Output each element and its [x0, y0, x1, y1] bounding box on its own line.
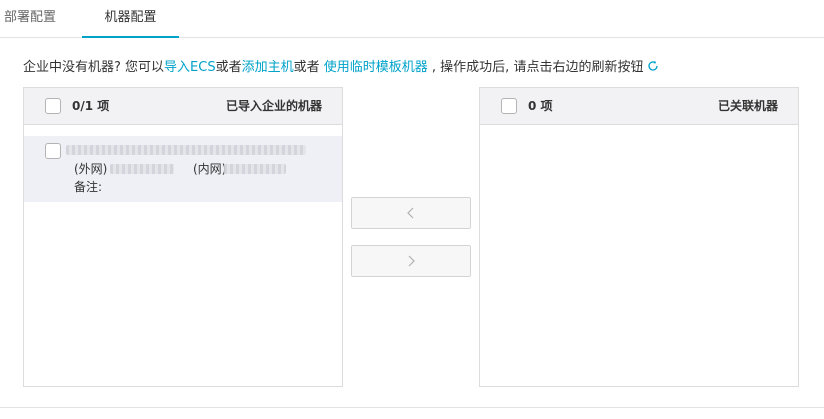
- source-item-count: 0/1 项: [72, 99, 110, 113]
- target-panel-header: 0 项 已关联机器: [480, 88, 798, 125]
- notice-prefix: 企业中没有机器? 您可以: [23, 60, 165, 75]
- redacted-machine-name: [66, 145, 306, 155]
- move-right-button[interactable]: [351, 245, 471, 277]
- source-machine-panel: 0/1 项 已导入企业的机器 (外网) (内网) 备注:: [23, 87, 343, 387]
- target-select-all-checkbox[interactable]: [501, 98, 517, 114]
- list-item[interactable]: (外网) (内网) 备注:: [24, 136, 342, 202]
- chevron-right-icon: [408, 255, 415, 267]
- notice-suffix: , 操作成功后, 请点击右边的刷新按钮: [427, 60, 644, 75]
- target-machine-panel: 0 项 已关联机器: [479, 87, 799, 387]
- footer-divider: [0, 407, 824, 408]
- machine-checkbox[interactable]: [45, 143, 61, 159]
- use-temp-template-link[interactable]: 使用临时模板机器: [324, 60, 428, 75]
- source-select-all-checkbox[interactable]: [45, 98, 61, 114]
- redacted-public-ip: [110, 164, 174, 174]
- move-left-button[interactable]: [351, 197, 471, 229]
- notice-sep-2: 或者: [293, 60, 324, 75]
- source-panel-header: 0/1 项 已导入企业的机器: [24, 88, 342, 125]
- public-ip-label: (外网): [74, 162, 108, 176]
- tab-machine-config[interactable]: 机器配置: [82, 0, 179, 38]
- remark-label: 备注:: [74, 180, 103, 194]
- notice-sep-1: 或者: [215, 60, 242, 75]
- source-panel-title: 已导入企业的机器: [225, 99, 322, 113]
- redacted-private-ip: [224, 164, 286, 174]
- target-panel-title: 已关联机器: [717, 99, 778, 113]
- chevron-left-icon: [407, 207, 414, 219]
- tab-deploy-config[interactable]: 部署配置: [4, 0, 56, 38]
- tab-bar: 部署配置 机器配置: [0, 0, 824, 38]
- add-host-link[interactable]: 添加主机: [242, 60, 294, 75]
- private-ip-label: (内网): [193, 162, 227, 176]
- refresh-icon[interactable]: [647, 60, 659, 72]
- target-item-count: 0 项: [528, 99, 553, 113]
- empty-machine-notice: 企业中没有机器? 您可以导入ECS或者添加主机或者 使用临时模板机器 , 操作成…: [23, 59, 659, 77]
- import-ecs-link[interactable]: 导入ECS: [164, 60, 216, 75]
